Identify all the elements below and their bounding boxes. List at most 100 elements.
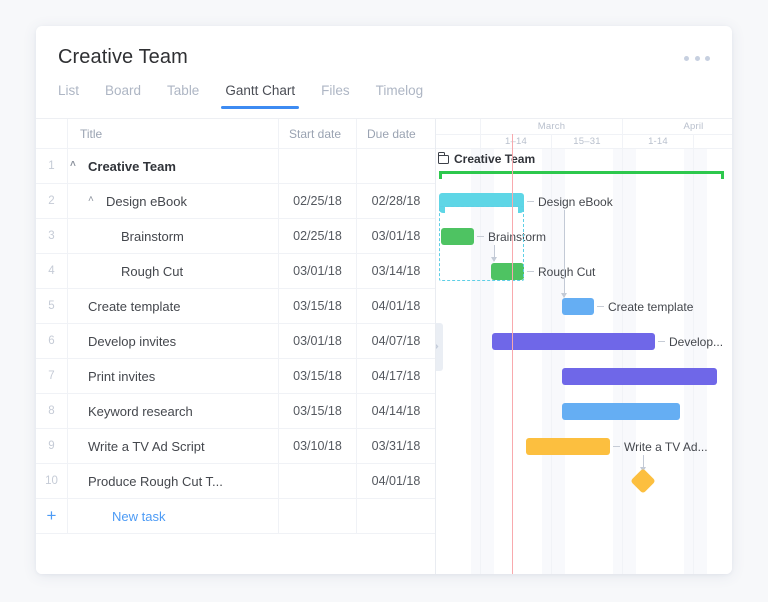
row-title-cell[interactable]: Produce Rough Cut T... [68, 464, 279, 498]
row-number: 3 [36, 219, 68, 253]
row-due-date[interactable]: 04/07/18 [357, 324, 435, 358]
row-title-cell[interactable]: ˄ Design eBook [68, 184, 279, 218]
gantt-bar-label-text: Develop... [669, 334, 724, 349]
row-start-date[interactable]: 03/15/18 [279, 289, 357, 323]
tab-files[interactable]: Files [321, 83, 364, 109]
row-start-date[interactable] [279, 149, 357, 183]
row-title-cell[interactable]: Print invites [68, 359, 279, 393]
row-due-date[interactable]: 03/31/18 [357, 429, 435, 463]
kebab-dot [684, 55, 689, 61]
project-card: Creative Team List Board Table Gantt Chart F… [36, 26, 732, 574]
table-row[interactable]: 1 ˄ Creative Team [36, 149, 435, 184]
project-bar-line [439, 171, 724, 174]
row-due-date[interactable]: 04/17/18 [357, 359, 435, 393]
timeline-month-label: March [480, 119, 622, 134]
row-title-cell[interactable]: Develop invites [68, 324, 279, 358]
row-start-date[interactable]: 03/01/18 [279, 254, 357, 288]
table-row[interactable]: 5 Create template 03/15/18 04/01/18 [36, 289, 435, 324]
gantt-bar-print-invites[interactable] [562, 368, 717, 385]
gantt-bar-label-create-template: Create template [597, 298, 693, 315]
row-title-cell[interactable]: Rough Cut [68, 254, 279, 288]
row-title: Create template [88, 298, 181, 314]
row-start-date[interactable]: 02/25/18 [279, 219, 357, 253]
timeline-gridline [480, 149, 481, 574]
kebab-dot [705, 55, 710, 61]
row-title: Keyword research [88, 403, 193, 419]
new-task-start-date [279, 499, 357, 533]
table-row[interactable]: 9 Write a TV Ad Script 03/10/18 03/31/18 [36, 429, 435, 464]
today-line [512, 149, 513, 574]
project-bar-cap [439, 171, 442, 179]
gantt-bar-write-tv-ad[interactable] [526, 438, 610, 455]
row-title: Write a TV Ad Script [88, 438, 205, 454]
weekend-band [471, 149, 494, 574]
tab-board[interactable]: Board [105, 83, 155, 109]
row-start-date[interactable]: 03/10/18 [279, 429, 357, 463]
row-title-cell[interactable]: ˄ Creative Team [68, 149, 279, 183]
row-due-date[interactable] [357, 149, 435, 183]
row-due-date[interactable]: 03/14/18 [357, 254, 435, 288]
collapse-panel-handle[interactable] [436, 322, 443, 371]
row-due-date[interactable]: 02/28/18 [357, 184, 435, 218]
row-due-date[interactable]: 04/01/18 [357, 464, 435, 498]
row-start-date[interactable]: 03/15/18 [279, 359, 357, 393]
gantt-bar-label-design-ebook: Design eBook [527, 193, 613, 210]
new-task-label[interactable]: New task [68, 499, 279, 533]
row-due-date[interactable]: 03/01/18 [357, 219, 435, 253]
row-start-date[interactable]: 03/15/18 [279, 394, 357, 428]
row-title-cell[interactable]: Write a TV Ad Script [68, 429, 279, 463]
tab-table[interactable]: Table [167, 83, 213, 109]
table-row[interactable]: 7 Print invites 03/15/18 04/17/18 [36, 359, 435, 394]
row-due-date[interactable]: 04/01/18 [357, 289, 435, 323]
tab-timelog[interactable]: Timelog [376, 83, 438, 109]
tab-gantt-chart[interactable]: Gantt Chart [221, 83, 309, 109]
row-number: 9 [36, 429, 68, 463]
row-title: Brainstorm [121, 228, 184, 244]
table-row[interactable]: 10 Produce Rough Cut T... 04/01/18 [36, 464, 435, 499]
tab-list[interactable]: List [58, 83, 93, 109]
timeline-gridline [693, 149, 694, 574]
row-title-cell[interactable]: Brainstorm [68, 219, 279, 253]
new-task-row[interactable]: + New task [36, 499, 435, 534]
row-start-date[interactable]: 02/25/18 [279, 184, 357, 218]
gantt-grid: Title Start date Due date 1 ˄ Creative Team 2 ˄… [36, 118, 732, 574]
gantt-bar-create-template[interactable] [562, 298, 594, 315]
gantt-bar-label-text: Write a TV Ad... [624, 439, 708, 454]
row-number: 8 [36, 394, 68, 428]
row-title-cell[interactable]: Create template [68, 289, 279, 323]
gantt-bar-label-text: Create template [608, 299, 694, 314]
gantt-bar-develop-invites[interactable] [492, 333, 655, 350]
table-row[interactable]: 6 Develop invites 03/01/18 04/07/18 [36, 324, 435, 359]
gantt-bar-keyword-research[interactable] [562, 403, 680, 420]
gantt-bar-brainstorm[interactable] [441, 228, 474, 245]
gantt-chart: March April 1–14 15–31 1-14 Creative Team De… [436, 119, 732, 574]
row-title: Creative Team [88, 158, 176, 174]
table-row[interactable]: 3 Brainstorm 02/25/18 03/01/18 [36, 219, 435, 254]
row-collapse-caret-icon[interactable]: ˄ [70, 160, 83, 170]
column-header-title: Title [68, 119, 279, 148]
timeline-body: Creative Team Design eBook Brainstorm Rough… [436, 149, 732, 574]
row-number: 2 [36, 184, 68, 218]
row-title-cell[interactable]: Keyword research [68, 394, 279, 428]
row-start-date[interactable]: 03/01/18 [279, 324, 357, 358]
row-due-date[interactable]: 04/14/18 [357, 394, 435, 428]
screen: Creative Team List Board Table Gantt Chart F… [0, 0, 768, 602]
row-collapse-caret-icon[interactable]: ˄ [88, 195, 101, 205]
weekend-band [684, 149, 707, 574]
task-table: Title Start date Due date 1 ˄ Creative Team 2 ˄… [36, 119, 436, 574]
timeline-months: March April [436, 119, 732, 134]
table-row[interactable]: 2 ˄ Design eBook 02/25/18 02/28/18 [36, 184, 435, 219]
tab-bar: List Board Table Gantt Chart Files Timelog [58, 83, 449, 109]
table-row[interactable]: 8 Keyword research 03/15/18 04/14/18 [36, 394, 435, 429]
gantt-bar-rough-cut[interactable] [491, 263, 524, 280]
kebab-menu-icon[interactable] [684, 50, 710, 66]
dependency-arrow [561, 210, 567, 298]
table-row[interactable]: 4 Rough Cut 03/01/18 03/14/18 [36, 254, 435, 289]
gantt-project-label: Creative Team [437, 152, 535, 166]
gantt-project-bar[interactable] [439, 171, 724, 179]
row-start-date[interactable] [279, 464, 357, 498]
row-title: Design eBook [106, 193, 187, 209]
page-title: Creative Team [58, 46, 188, 68]
timeline-gridline [551, 149, 552, 574]
add-task-icon[interactable]: + [36, 499, 68, 533]
